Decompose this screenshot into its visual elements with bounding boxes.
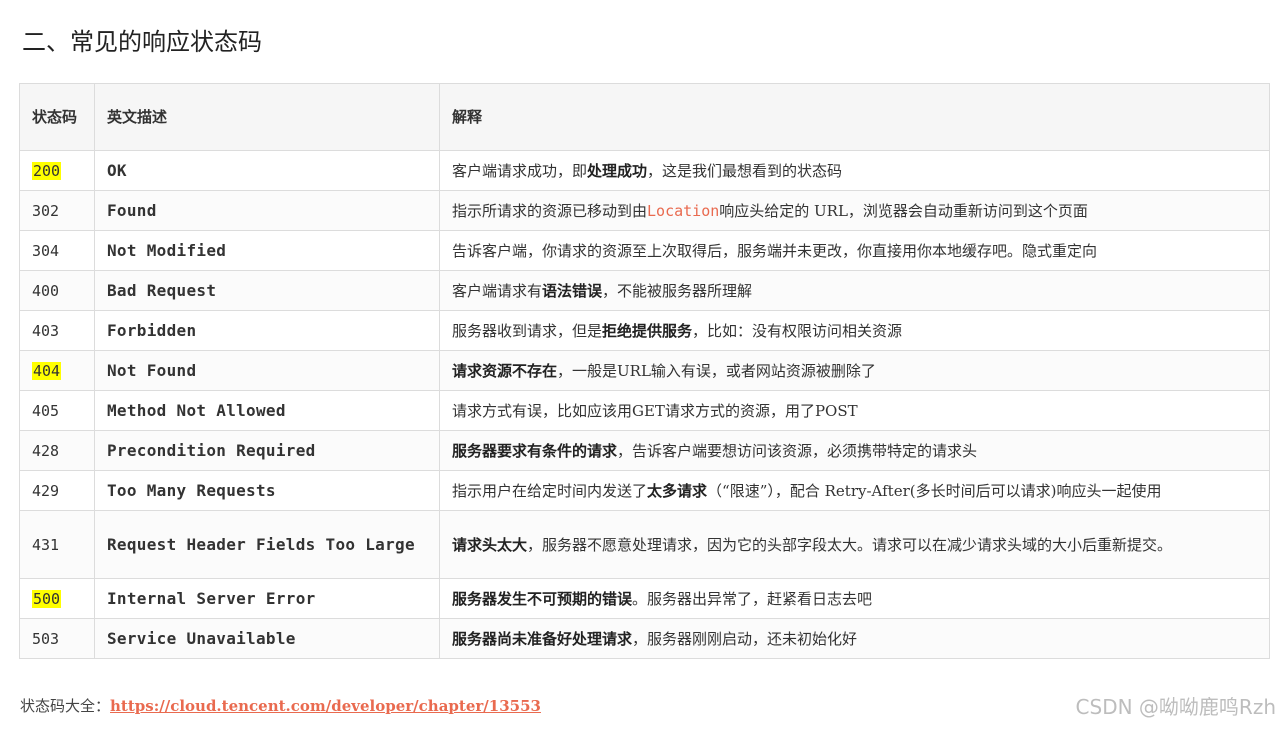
explanation-text: 指示所请求的资源已移动到由 bbox=[452, 201, 648, 220]
explanation-text: （“限速”），配合 Retry-After(多长时间后可以请求)响应头一起使用 bbox=[707, 481, 1162, 500]
table-row: 200 OK 客户端请求成功，即处理成功，这是我们最想看到的状态码 bbox=[19, 150, 1270, 191]
explanation: 客户端请求成功，即处理成功，这是我们最想看到的状态码 bbox=[439, 150, 1270, 191]
table-row: 500 Internal Server Error 服务器发生不可预期的错误。服务器… bbox=[19, 578, 1270, 619]
table-row: 304 Not Modified 告诉客户端，你请求的资源至上次取得后，服务端并未更… bbox=[19, 230, 1270, 271]
explanation: 服务器收到请求，但是拒绝提供服务，比如：没有权限访问相关资源 bbox=[439, 310, 1270, 351]
english-description: Request Header Fields Too Large bbox=[94, 510, 440, 579]
english-description: Method Not Allowed bbox=[94, 390, 440, 431]
explanation-bold: 请求资源不存在 bbox=[452, 361, 558, 380]
table-row: 428 Precondition Required 服务器要求有条件的请求，告诉客户… bbox=[19, 430, 1270, 471]
csdn-watermark: CSDN @呦呦鹿鸣Rzh bbox=[1075, 695, 1276, 719]
table-row: 429 Too Many Requests 指示用户在给定时间内发送了太多请求（“限… bbox=[19, 470, 1270, 511]
status-code: 403 bbox=[32, 321, 60, 340]
status-code: 400 bbox=[32, 281, 60, 300]
explanation: 服务器要求有条件的请求，告诉客户端要想访问该资源，必须携带特定的请求头 bbox=[439, 430, 1270, 471]
explanation-text: 请求方式有误，比如应该用GET请求方式的资源，用了POST bbox=[452, 401, 858, 420]
english-description: Precondition Required bbox=[94, 430, 440, 471]
table-header-row: 状态码 英文描述 解释 bbox=[19, 83, 1270, 151]
table-body: 200 OK 客户端请求成功，即处理成功，这是我们最想看到的状态码 302 Found 指… bbox=[19, 150, 1270, 659]
header-desc: 英文描述 bbox=[94, 83, 440, 151]
page-title: 二、常见的响应状态码 bbox=[22, 28, 262, 56]
status-code-cell: 404 bbox=[19, 350, 95, 391]
explanation-text: 指示用户在给定时间内发送了 bbox=[452, 481, 648, 500]
english-description: Too Many Requests bbox=[94, 470, 440, 511]
explanation: 请求头太大，服务器不愿意处理请求，因为它的头部字段太大。请求可以在减少请求头域的… bbox=[439, 510, 1270, 579]
status-code: 431 bbox=[32, 535, 60, 554]
status-code: 302 bbox=[32, 201, 60, 220]
explanation-text: 告诉客户端，你请求的资源至上次取得后，服务端并未更改，你直接用你本地缓存吧。隐式… bbox=[452, 241, 1098, 260]
status-code-table: 状态码 英文描述 解释 200 OK 客户端请求成功，即处理成功，这是我们最想看到的… bbox=[19, 83, 1270, 659]
explanation-code: Location bbox=[647, 201, 720, 220]
explanation-bold: 处理成功 bbox=[587, 161, 648, 180]
explanation-text: ，一般是URL输入有误，或者网站资源被删除了 bbox=[557, 361, 876, 380]
explanation-bold: 请求头太大 bbox=[452, 535, 528, 554]
explanation-text: ，服务器刚刚启动，还未初始化好 bbox=[632, 629, 858, 648]
table-row: 302 Found 指示所请求的资源已移动到由Location响应头给定的 URL，… bbox=[19, 190, 1270, 231]
english-description: OK bbox=[94, 150, 440, 191]
explanation-text: ，告诉客户端要想访问该资源，必须携带特定的请求头 bbox=[617, 441, 978, 460]
explanation: 指示所请求的资源已移动到由Location响应头给定的 URL，浏览器会自动重新… bbox=[439, 190, 1270, 231]
explanation-text: ，服务器不愿意处理请求，因为它的头部字段太大。请求可以在减少请求头域的大小后重新… bbox=[527, 535, 1173, 554]
status-code: 200 bbox=[32, 161, 62, 180]
status-code: 429 bbox=[32, 481, 60, 500]
status-code-cell: 503 bbox=[19, 618, 95, 659]
table-row: 403 Forbidden 服务器收到请求，但是拒绝提供服务，比如：没有权限访问相关… bbox=[19, 310, 1270, 351]
explanation: 服务器尚未准备好处理请求，服务器刚刚启动，还未初始化好 bbox=[439, 618, 1270, 659]
english-description: Not Found bbox=[94, 350, 440, 391]
explanation-bold: 服务器要求有条件的请求 bbox=[452, 441, 618, 460]
explanation-bold: 服务器尚未准备好处理请求 bbox=[452, 629, 633, 648]
explanation-text: 客户端请求有 bbox=[452, 281, 543, 300]
explanation-bold: 服务器发生不可预期的错误 bbox=[452, 589, 633, 608]
explanation-text: ，不能被服务器所理解 bbox=[602, 281, 753, 300]
explanation-bold: 语法错误 bbox=[542, 281, 603, 300]
english-description: Not Modified bbox=[94, 230, 440, 271]
status-code: 500 bbox=[32, 589, 62, 608]
status-code-cell: 431 bbox=[19, 510, 95, 579]
table-row: 405 Method Not Allowed 请求方式有误，比如应该用GET请求方式… bbox=[19, 390, 1270, 431]
status-code-cell: 200 bbox=[19, 150, 95, 191]
table-row: 404 Not Found 请求资源不存在，一般是URL输入有误，或者网站资源被删除… bbox=[19, 350, 1270, 391]
english-description: Found bbox=[94, 190, 440, 231]
table-row: 503 Service Unavailable 服务器尚未准备好处理请求，服务器刚刚… bbox=[19, 618, 1270, 659]
english-description: Forbidden bbox=[94, 310, 440, 351]
explanation-bold: 太多请求 bbox=[647, 481, 708, 500]
explanation-text: ，比如：没有权限访问相关资源 bbox=[692, 321, 903, 340]
table-row: 400 Bad Request 客户端请求有语法错误，不能被服务器所理解 bbox=[19, 270, 1270, 311]
explanation: 请求方式有误，比如应该用GET请求方式的资源，用了POST bbox=[439, 390, 1270, 431]
explanation: 指示用户在给定时间内发送了太多请求（“限速”），配合 Retry-After(多… bbox=[439, 470, 1270, 511]
status-code-cell: 302 bbox=[19, 190, 95, 231]
status-code: 404 bbox=[32, 361, 62, 380]
explanation: 请求资源不存在，一般是URL输入有误，或者网站资源被删除了 bbox=[439, 350, 1270, 391]
explanation-text: 。服务器出异常了，赶紧看日志去吧 bbox=[632, 589, 873, 608]
footer: 状态码大全：https://cloud.tencent.com/develope… bbox=[20, 694, 541, 718]
status-code-cell: 304 bbox=[19, 230, 95, 271]
english-description: Internal Server Error bbox=[94, 578, 440, 619]
status-code-cell: 500 bbox=[19, 578, 95, 619]
explanation: 服务器发生不可预期的错误。服务器出异常了，赶紧看日志去吧 bbox=[439, 578, 1270, 619]
header-code: 状态码 bbox=[19, 83, 95, 151]
table-row: 431 Request Header Fields Too Large 请求头太大，… bbox=[19, 510, 1270, 579]
status-code-cell: 403 bbox=[19, 310, 95, 351]
status-code: 304 bbox=[32, 241, 60, 260]
status-code-cell: 429 bbox=[19, 470, 95, 511]
footer-label: 状态码大全： bbox=[20, 697, 111, 715]
explanation-text: 服务器收到请求，但是 bbox=[452, 321, 603, 340]
status-code-cell: 405 bbox=[19, 390, 95, 431]
explanation-text: 客户端请求成功，即 bbox=[452, 161, 588, 180]
status-code: 405 bbox=[32, 401, 60, 420]
explanation-bold: 拒绝提供服务 bbox=[602, 321, 693, 340]
status-code: 503 bbox=[32, 629, 60, 648]
status-code-cell: 428 bbox=[19, 430, 95, 471]
english-description: Service Unavailable bbox=[94, 618, 440, 659]
status-code-cell: 400 bbox=[19, 270, 95, 311]
explanation: 告诉客户端，你请求的资源至上次取得后，服务端并未更改，你直接用你本地缓存吧。隐式… bbox=[439, 230, 1270, 271]
english-description: Bad Request bbox=[94, 270, 440, 311]
status-code-reference-link[interactable]: https://cloud.tencent.com/developer/chap… bbox=[110, 697, 541, 715]
header-expl: 解释 bbox=[439, 83, 1270, 151]
explanation: 客户端请求有语法错误，不能被服务器所理解 bbox=[439, 270, 1270, 311]
explanation-text: 响应头给定的 URL，浏览器会自动重新访问到这个页面 bbox=[719, 201, 1088, 220]
explanation-text: ，这是我们最想看到的状态码 bbox=[647, 161, 843, 180]
status-code: 428 bbox=[32, 441, 60, 460]
